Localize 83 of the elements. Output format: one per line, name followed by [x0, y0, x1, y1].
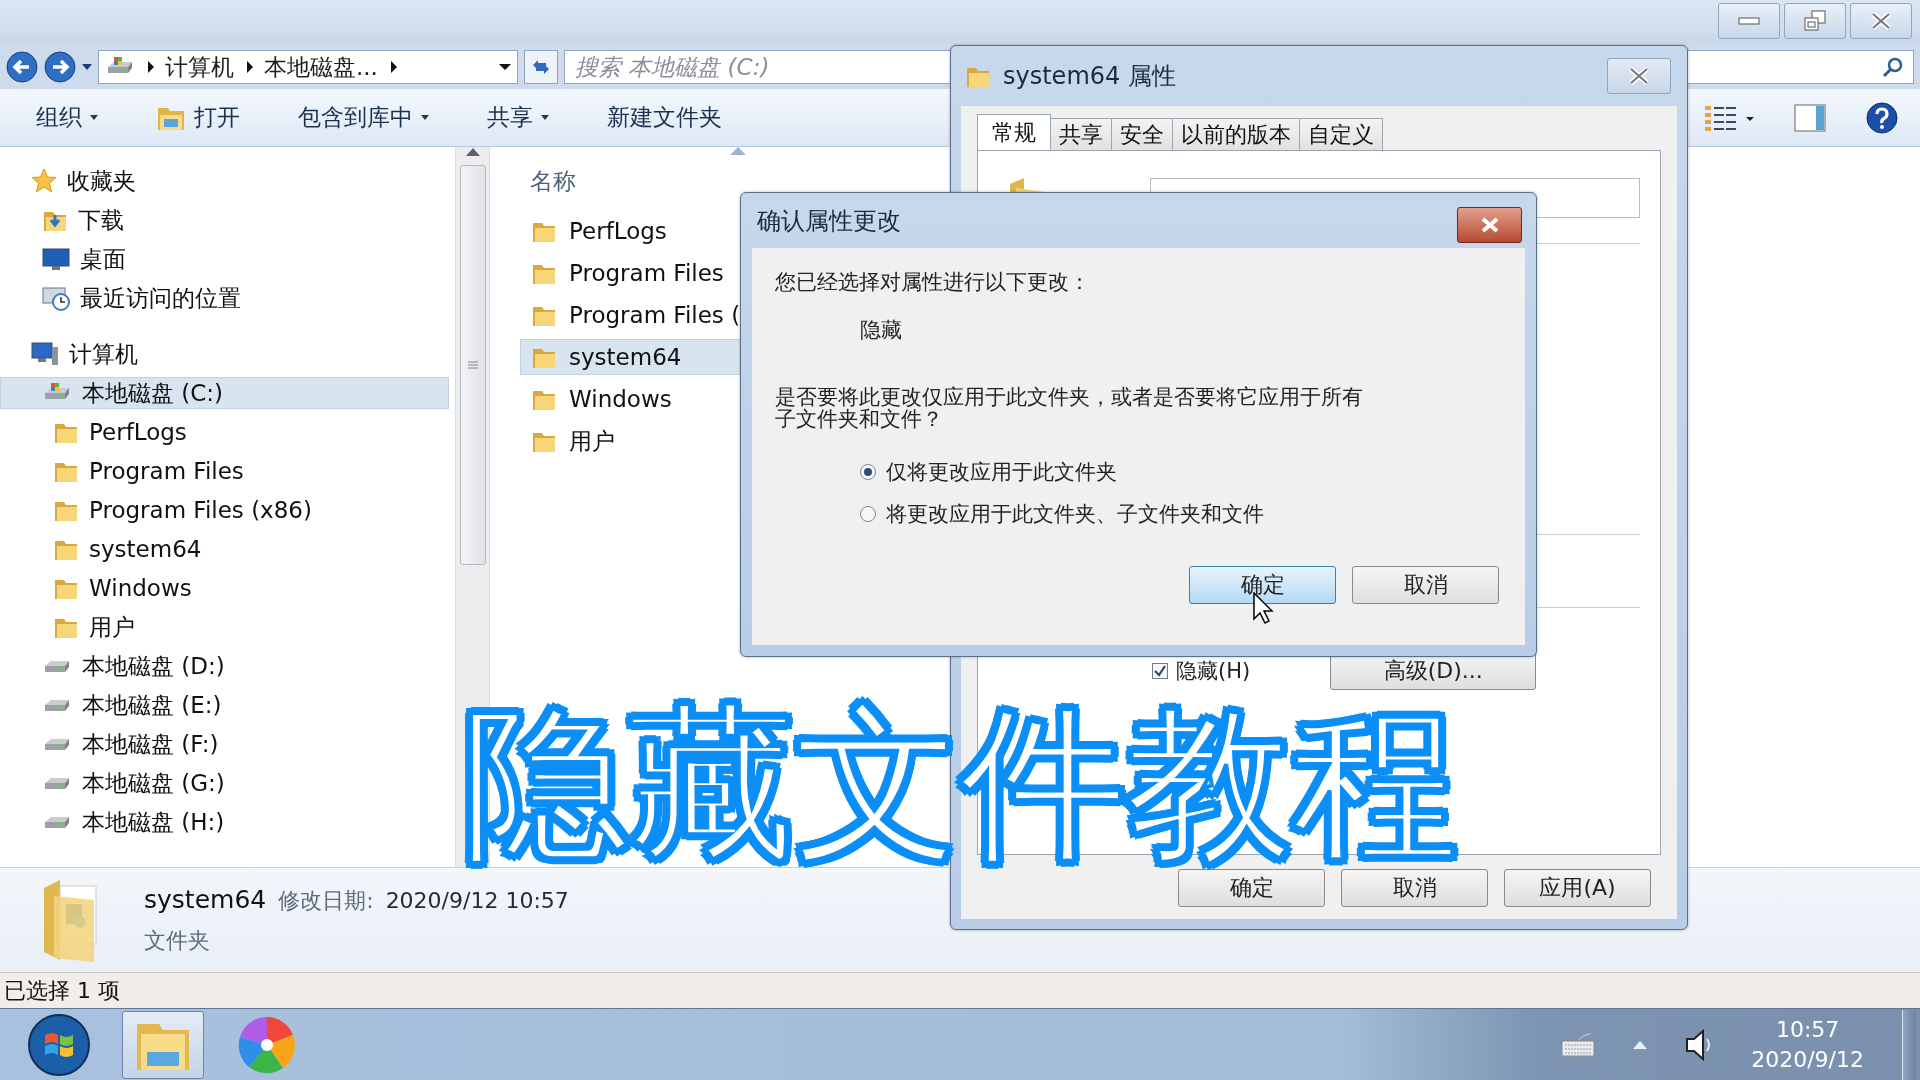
status-text: 已选择 1 项	[0, 972, 1920, 1008]
dropdown-icon[interactable]	[499, 63, 511, 71]
toolbar-button[interactable]: 新建文件夹	[607, 102, 752, 133]
tab[interactable]: 常规	[977, 114, 1051, 150]
nav-item[interactable]: 收藏夹	[0, 165, 449, 197]
nav-item[interactable]: 最近访问的位置	[0, 282, 449, 314]
chevron-icon[interactable]	[246, 61, 254, 73]
refresh-button[interactable]	[524, 50, 558, 84]
windows-orb-icon	[27, 1012, 91, 1077]
nav-item[interactable]: system64	[0, 533, 449, 565]
chevron-icon[interactable]	[389, 61, 398, 73]
computer-icon	[31, 341, 59, 367]
dialog-button[interactable]: 取消	[1341, 869, 1488, 907]
dialog-button[interactable]: 确定	[1189, 566, 1336, 604]
nav-item[interactable]: Windows	[0, 572, 449, 604]
nav-item[interactable]: 下载	[0, 204, 449, 236]
nav-item[interactable]: 本地磁盘 (E:)	[0, 689, 449, 721]
nav-item[interactable]: 本地磁盘 (G:)	[0, 767, 449, 799]
close-icon	[1870, 11, 1892, 31]
scrollbar-thumb[interactable]	[459, 165, 486, 565]
explorer-taskbar-button[interactable]	[122, 1010, 204, 1079]
attribute-change: 隐藏	[860, 317, 903, 342]
breadcrumb[interactable]: 本地磁盘...	[264, 51, 378, 83]
show-desktop-button[interactable]	[1902, 1009, 1916, 1080]
close-button[interactable]	[1457, 207, 1522, 243]
file-name: system64	[144, 884, 267, 914]
nav-item[interactable]: 用户	[0, 611, 449, 643]
preview-pane-icon[interactable]	[1794, 103, 1826, 132]
date-value: 2020/9/12 10:57	[385, 887, 569, 913]
star-icon	[31, 168, 57, 194]
show-hidden-icons-icon[interactable]	[1633, 1040, 1648, 1049]
toolbar-button[interactable]: 包含到库中	[298, 102, 459, 133]
breadcrumb[interactable]: 计算机	[165, 51, 234, 83]
dialog-button[interactable]: 确定	[1178, 869, 1325, 907]
chevron-icon[interactable]	[147, 61, 155, 73]
nav-item[interactable]: Program Files	[0, 455, 449, 487]
caret-icon[interactable]	[82, 63, 92, 71]
dialog-button[interactable]: 应用(A)	[1504, 869, 1651, 907]
restore-icon	[1804, 10, 1826, 32]
grip-icon	[467, 361, 478, 369]
nav-item[interactable]: 本地磁盘 (C:)	[0, 377, 449, 409]
toolbar-button[interactable]: 打开	[156, 102, 270, 133]
file-type: 文件夹	[144, 926, 211, 955]
tab[interactable]: 安全	[1111, 118, 1173, 150]
nav-item[interactable]: 桌面	[0, 243, 449, 275]
dialog-message: 您已经选择对属性进行以下更改：	[775, 269, 1091, 294]
dialog-title: 确认属性更改	[757, 205, 901, 237]
hidden-checkbox[interactable]: 隐藏(H)	[1152, 657, 1251, 685]
clock-date: 2020/9/12	[1751, 1045, 1864, 1074]
tab[interactable]: 以前的版本	[1172, 118, 1300, 150]
date-label: 修改日期:	[278, 886, 374, 915]
dialog-question: 是否要将此更改仅应用于此文件夹，或者是否要将它应用于所有子文件夹和文件？	[775, 386, 1364, 430]
radio-option[interactable]: 仅将更改应用于此文件夹	[860, 458, 1501, 486]
address-bar[interactable]: 计算机 本地磁盘...	[98, 50, 518, 84]
nav-item[interactable]: 本地磁盘 (H:)	[0, 806, 449, 838]
nav-item[interactable]: Program Files (x86)	[0, 494, 449, 526]
tab[interactable]: 共享	[1050, 118, 1112, 150]
clock-icon	[42, 285, 70, 311]
checkmark-icon	[1154, 665, 1166, 677]
nav-item[interactable]: 本地磁盘 (F:)	[0, 728, 449, 760]
dialog-title: system64 属性	[1003, 61, 1176, 92]
toolbar-button[interactable]: 共享	[487, 102, 579, 133]
tab[interactable]: 自定义	[1299, 118, 1383, 150]
monitor-icon	[42, 247, 70, 271]
view-options-icon[interactable]	[1704, 103, 1754, 132]
minimize-icon	[1738, 16, 1760, 26]
search-icon	[1882, 56, 1904, 78]
forward-icon[interactable]	[44, 51, 76, 83]
nav-item[interactable]: 计算机	[0, 338, 449, 370]
file-item[interactable]: Program Files (	[520, 297, 850, 333]
close-icon	[1628, 66, 1650, 86]
keyboard-icon[interactable]	[1561, 1031, 1596, 1058]
back-icon[interactable]	[6, 51, 38, 83]
dialog-button[interactable]: 取消	[1352, 566, 1499, 604]
restore-button[interactable]	[1784, 3, 1846, 39]
clock-time: 10:57	[1775, 1015, 1840, 1044]
close-icon	[1479, 216, 1500, 234]
minimize-button[interactable]	[1718, 3, 1780, 39]
toolbar-button[interactable]: 组织	[36, 102, 128, 133]
radio-option[interactable]: 将更改应用于此文件夹、子文件夹和文件	[860, 500, 1501, 528]
nav-item[interactable]: 本地磁盘 (D:)	[0, 650, 449, 682]
nav-item[interactable]: PerfLogs	[0, 416, 449, 448]
help-icon[interactable]	[1866, 101, 1898, 134]
